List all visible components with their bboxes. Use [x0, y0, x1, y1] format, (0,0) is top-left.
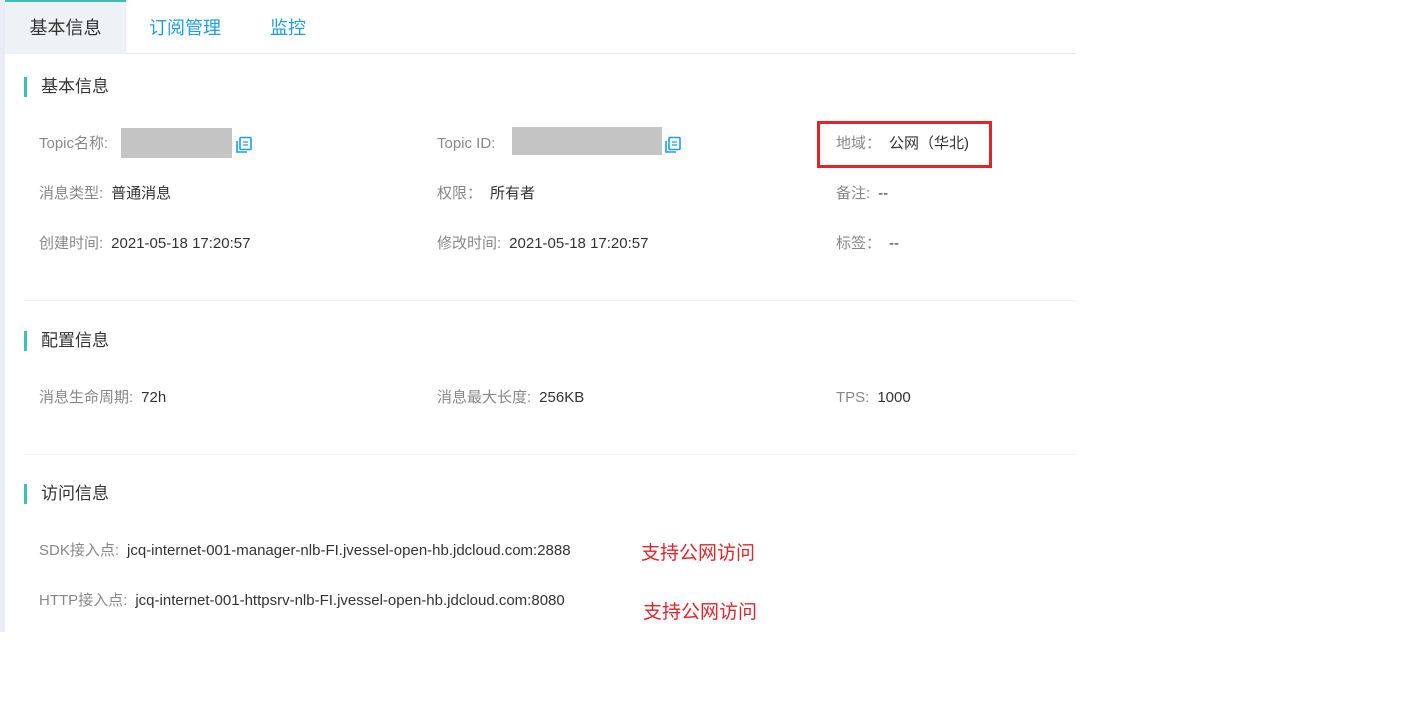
topic-detail-panel: 基本信息 订阅管理 监控 基本信息 Topic名称: Topic ID: 地域：…: [5, 0, 1076, 707]
field-created-time: 创建时间: 2021-05-18 17:20:57: [39, 234, 250, 254]
tps-label: TPS:: [836, 389, 870, 406]
field-modified-time: 修改时间: 2021-05-18 17:20:57: [437, 234, 648, 254]
section-divider: [24, 454, 1076, 455]
permission-value: 所有者: [490, 185, 536, 202]
max-message-length-value: 256KB: [539, 389, 585, 406]
field-tps: TPS: 1000: [836, 388, 911, 408]
field-remark: 备注: --: [836, 184, 888, 204]
created-time-label: 创建时间:: [39, 235, 104, 252]
tab-subscription-management[interactable]: 订阅管理: [145, 0, 225, 54]
topic-name-redacted: [121, 128, 232, 158]
tps-value: 1000: [877, 389, 911, 406]
field-message-type: 消息类型: 普通消息: [39, 184, 171, 204]
max-message-length-label: 消息最大长度:: [437, 389, 532, 406]
message-type-label: 消息类型:: [39, 185, 104, 202]
modified-time-label: 修改时间:: [437, 235, 502, 252]
topic-id-redacted: [512, 127, 662, 155]
field-sdk-endpoint: SDK接入点: jcq-internet-001-manager-nlb-FI.j…: [39, 541, 571, 561]
modified-time-value: 2021-05-18 17:20:57: [509, 235, 649, 252]
copy-icon[interactable]: [235, 136, 253, 154]
section-divider: [24, 300, 1076, 301]
remark-value: --: [878, 185, 889, 202]
remark-label: 备注:: [836, 185, 871, 202]
topic-id-label: Topic ID:: [437, 135, 496, 152]
field-tags: 标签： --: [836, 234, 899, 254]
region-highlight-box: [817, 121, 992, 168]
message-lifecycle-value: 72h: [141, 389, 167, 406]
field-http-endpoint: HTTP接入点: jcq-internet-001-httpsrv-nlb-FI.…: [39, 591, 565, 611]
topic-name-label: Topic名称:: [39, 135, 109, 152]
tab-basic-info[interactable]: 基本信息: [5, 0, 126, 54]
http-endpoint-value: jcq-internet-001-httpsrv-nlb-FI.jvessel-…: [135, 592, 565, 609]
tab-bar: 基本信息 订阅管理 监控: [5, 0, 1076, 54]
section-title-config-info: 配置信息: [24, 331, 109, 351]
field-permission: 权限： 所有者: [437, 184, 535, 204]
tags-label: 标签：: [836, 235, 882, 252]
message-type-value: 普通消息: [111, 185, 172, 202]
tags-value: --: [889, 235, 900, 252]
section-title-access-info: 访问信息: [24, 484, 109, 504]
field-max-message-length: 消息最大长度: 256KB: [437, 388, 584, 408]
field-topic-name: Topic名称:: [39, 134, 108, 154]
field-message-lifecycle: 消息生命周期: 72h: [39, 388, 166, 408]
created-time-value: 2021-05-18 17:20:57: [111, 235, 251, 252]
section-title-basic-info: 基本信息: [24, 77, 109, 97]
field-topic-id: Topic ID:: [437, 134, 495, 154]
permission-label: 权限：: [437, 185, 483, 202]
tab-monitoring[interactable]: 监控: [263, 0, 313, 54]
sdk-public-access-note: 支持公网访问: [641, 543, 756, 564]
sdk-endpoint-value: jcq-internet-001-manager-nlb-FI.jvessel-…: [127, 542, 571, 559]
http-public-access-note: 支持公网访问: [643, 602, 758, 623]
sdk-endpoint-label: SDK接入点:: [39, 542, 120, 559]
message-lifecycle-label: 消息生命周期:: [39, 389, 134, 406]
http-endpoint-label: HTTP接入点:: [39, 592, 128, 609]
copy-icon[interactable]: [664, 136, 682, 154]
